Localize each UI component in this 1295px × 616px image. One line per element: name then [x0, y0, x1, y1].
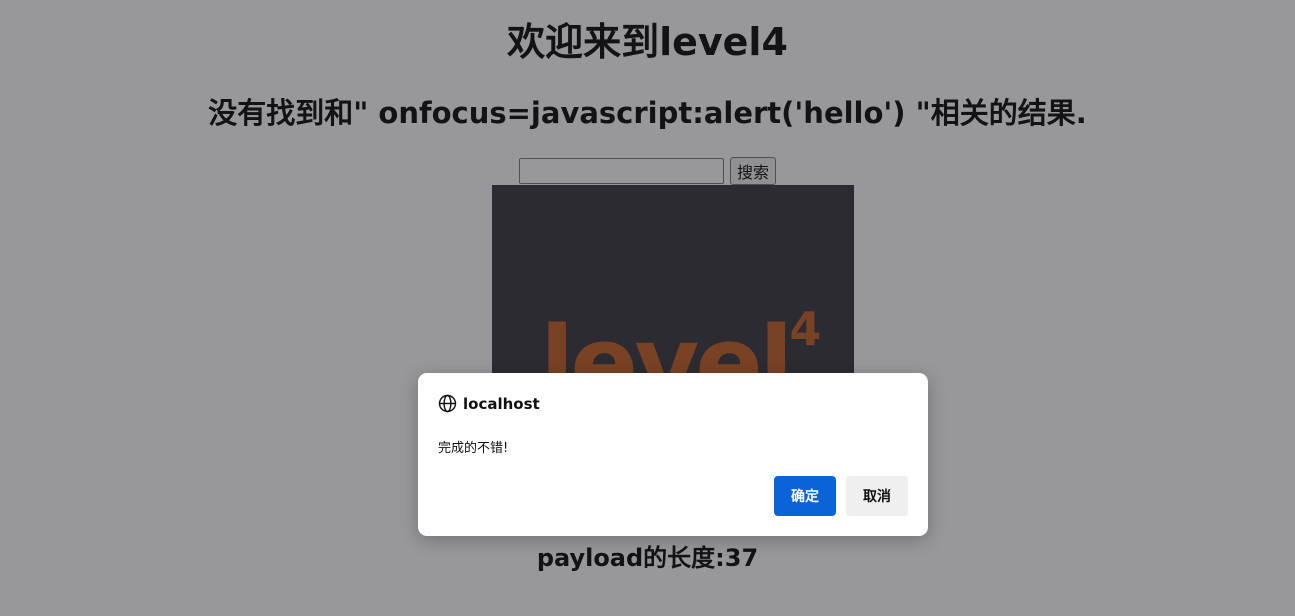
globe-icon	[438, 394, 457, 413]
dialog-message: 完成的不错!	[438, 441, 509, 456]
dialog-origin: localhost	[438, 394, 540, 413]
dialog-actions: 确定 取消	[774, 476, 908, 516]
dialog-origin-label: localhost	[463, 394, 540, 413]
ok-button[interactable]: 确定	[774, 476, 836, 516]
cancel-button[interactable]: 取消	[846, 476, 908, 516]
alert-dialog: localhost 完成的不错! 确定 取消	[418, 373, 928, 536]
